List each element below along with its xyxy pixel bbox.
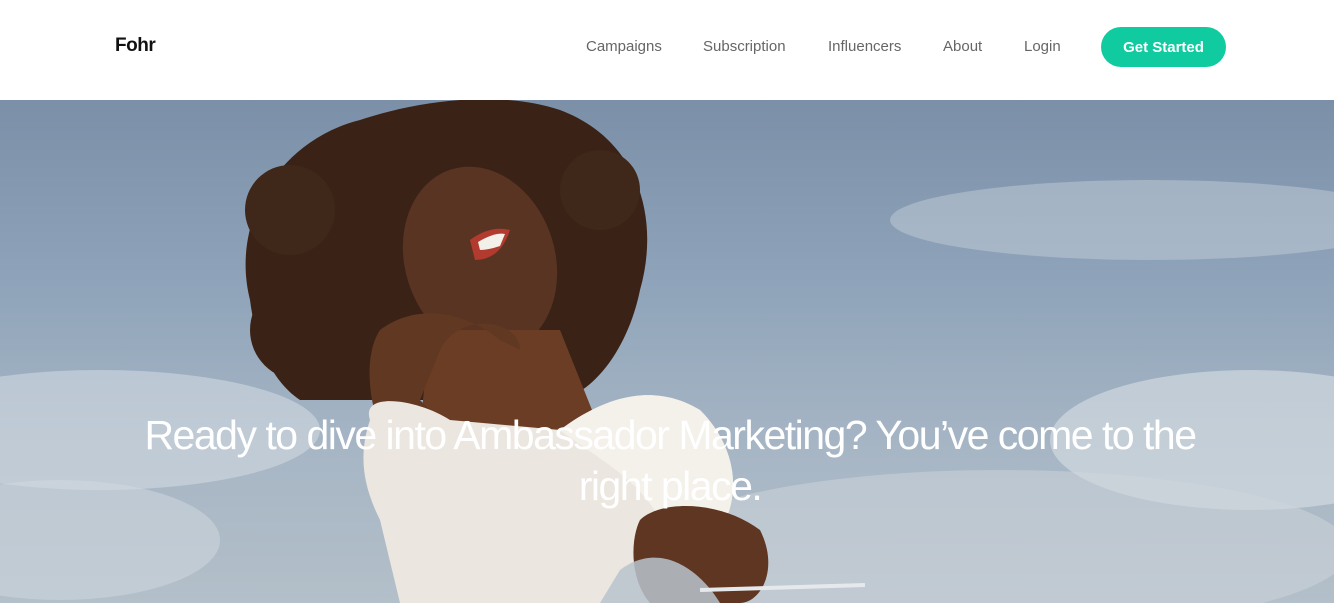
hero-section: Ready to dive into Ambassador Marketing?… xyxy=(0,100,1334,603)
nav-link-campaigns[interactable]: Campaigns xyxy=(586,38,662,55)
nav-link-about[interactable]: About xyxy=(943,38,982,55)
nav-link-subscription[interactable]: Subscription xyxy=(703,38,786,55)
hero-heading: Ready to dive into Ambassador Marketing?… xyxy=(144,412,1197,509)
hero-image xyxy=(0,100,1334,603)
site-header: Fohr Campaigns Subscription Influencers … xyxy=(0,0,1334,100)
nav-link-influencers[interactable]: Influencers xyxy=(828,38,901,55)
nav-link-login[interactable]: Login xyxy=(1024,38,1061,55)
get-started-button[interactable]: Get Started xyxy=(1101,27,1226,67)
